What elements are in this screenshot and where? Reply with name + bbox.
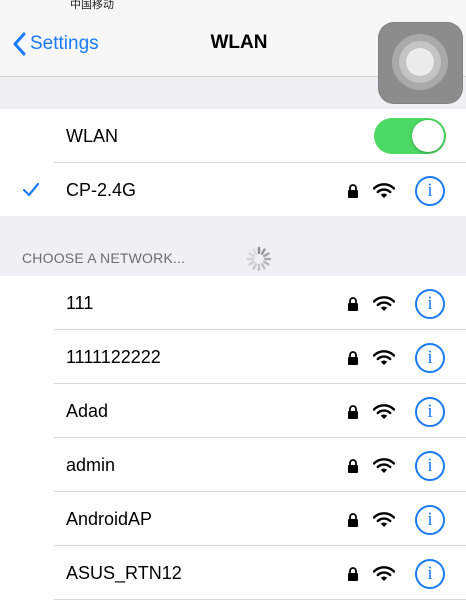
page-title-text: WLAN [210, 32, 268, 53]
wifi-icon [373, 404, 395, 419]
assistive-touch-ring-inner [406, 48, 434, 76]
lock-icon [348, 405, 358, 419]
connected-network-name: CP-2.4G [66, 180, 137, 200]
checkmark-icon [22, 182, 40, 197]
wifi-icon [373, 183, 395, 198]
network-row[interactable]: admin i [0, 438, 466, 492]
network-name: admin [66, 455, 116, 475]
network-name: AndroidAP [66, 509, 153, 529]
info-glyph: i [427, 180, 433, 201]
lock-icon [348, 351, 358, 365]
wlan-toggle[interactable] [374, 118, 446, 154]
info-glyph: i [427, 401, 433, 422]
wifi-icon [373, 566, 395, 581]
network-name: ASUS_RTN12 [66, 563, 182, 583]
info-icon[interactable]: i [415, 397, 445, 427]
info-icon[interactable]: i [415, 559, 445, 589]
wlan-toggle-row: WLAN [0, 109, 466, 163]
info-icon[interactable]: i [415, 505, 445, 535]
network-name: 111 [66, 293, 94, 313]
back-label: Settings [30, 33, 99, 54]
wifi-icon [373, 350, 395, 365]
network-name: 1111122222 [66, 347, 161, 367]
wifi-icon [373, 458, 395, 473]
info-glyph: i [427, 347, 433, 368]
info-glyph: i [427, 293, 433, 314]
chevron-left-icon [13, 32, 26, 56]
section-header-label: CHOOSE A NETWORK... [22, 250, 186, 266]
wifi-icon [373, 512, 395, 527]
info-glyph: i [427, 455, 433, 476]
info-icon[interactable]: i [415, 289, 445, 319]
toggle-knob [412, 120, 444, 152]
connected-network-row[interactable]: CP-2.4G i [0, 163, 466, 217]
lock-icon [348, 459, 358, 473]
network-row[interactable]: 111 i [0, 276, 466, 330]
info-glyph: i [427, 509, 433, 530]
network-row[interactable]: AndroidAP i [0, 492, 466, 546]
info-icon[interactable]: i [415, 176, 445, 206]
info-icon[interactable]: i [415, 343, 445, 373]
wifi-icon [373, 296, 395, 311]
info-glyph: i [427, 563, 433, 584]
network-name: Adad [66, 401, 109, 421]
back-button[interactable]: Settings [12, 30, 99, 58]
lock-icon [348, 513, 358, 527]
status-carrier: 中国移动 [70, 0, 114, 11]
lock-icon [348, 297, 358, 311]
spinner-icon [246, 246, 272, 272]
network-row[interactable]: ASUS_RTN12 i [0, 546, 466, 600]
lock-icon [348, 184, 358, 198]
wlan-label: WLAN [66, 126, 119, 146]
info-icon[interactable]: i [415, 451, 445, 481]
network-row[interactable]: Adad i [0, 384, 466, 438]
assistive-touch-icon[interactable] [378, 22, 463, 104]
lock-icon [348, 567, 358, 581]
choose-network-header: CHOOSE A NETWORK... [0, 216, 466, 276]
network-row[interactable]: 1111122222 i [0, 330, 466, 384]
